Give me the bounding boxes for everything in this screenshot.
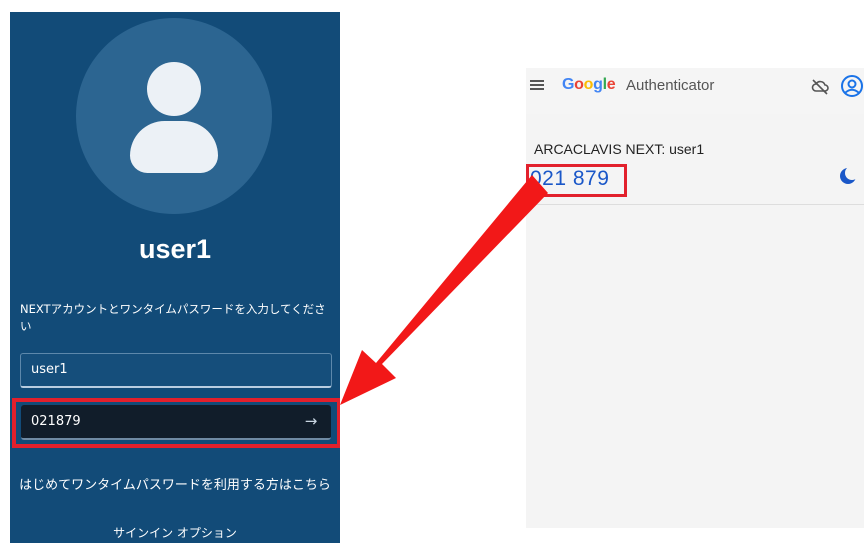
otp-field-value: 021879 — [31, 414, 81, 429]
authenticator-screen: Google Authenticator ARCACLAVIS NEXT: us… — [526, 68, 864, 528]
otp-field[interactable]: 021879 → — [21, 405, 331, 440]
instruction-text: NEXTアカウントとワンタイムパスワードを入力してください — [20, 302, 326, 333]
authenticator-topbar: Google Authenticator — [526, 68, 864, 114]
signin-panel: user1 NEXTアカウントとワンタイムパスワードを入力してください user… — [10, 12, 340, 543]
arrow-right-icon[interactable]: → — [297, 405, 325, 438]
otp-code[interactable]: 021 879 — [530, 167, 609, 191]
cloud-off-icon[interactable] — [810, 78, 830, 96]
divider — [526, 204, 864, 205]
countdown-timer-icon — [840, 166, 858, 184]
user-name: user1 — [138, 234, 212, 264]
avatar-head — [147, 62, 201, 116]
first-time-otp-link[interactable]: はじめてワンタイムパスワードを利用する方はこちら — [10, 474, 340, 493]
red-arrow-shape — [340, 175, 548, 405]
google-logo: Google — [562, 76, 616, 93]
app-title: Authenticator — [626, 77, 715, 94]
account-circle-icon[interactable] — [840, 74, 864, 98]
signin-options-link[interactable]: サインイン オプション — [10, 524, 340, 541]
account-label: ARCACLAVIS NEXT: user1 — [534, 141, 705, 157]
hamburger-menu-icon[interactable] — [528, 78, 546, 92]
username-field[interactable]: user1 — [20, 353, 332, 388]
user-avatar-icon — [76, 18, 272, 214]
avatar-body — [130, 121, 218, 173]
